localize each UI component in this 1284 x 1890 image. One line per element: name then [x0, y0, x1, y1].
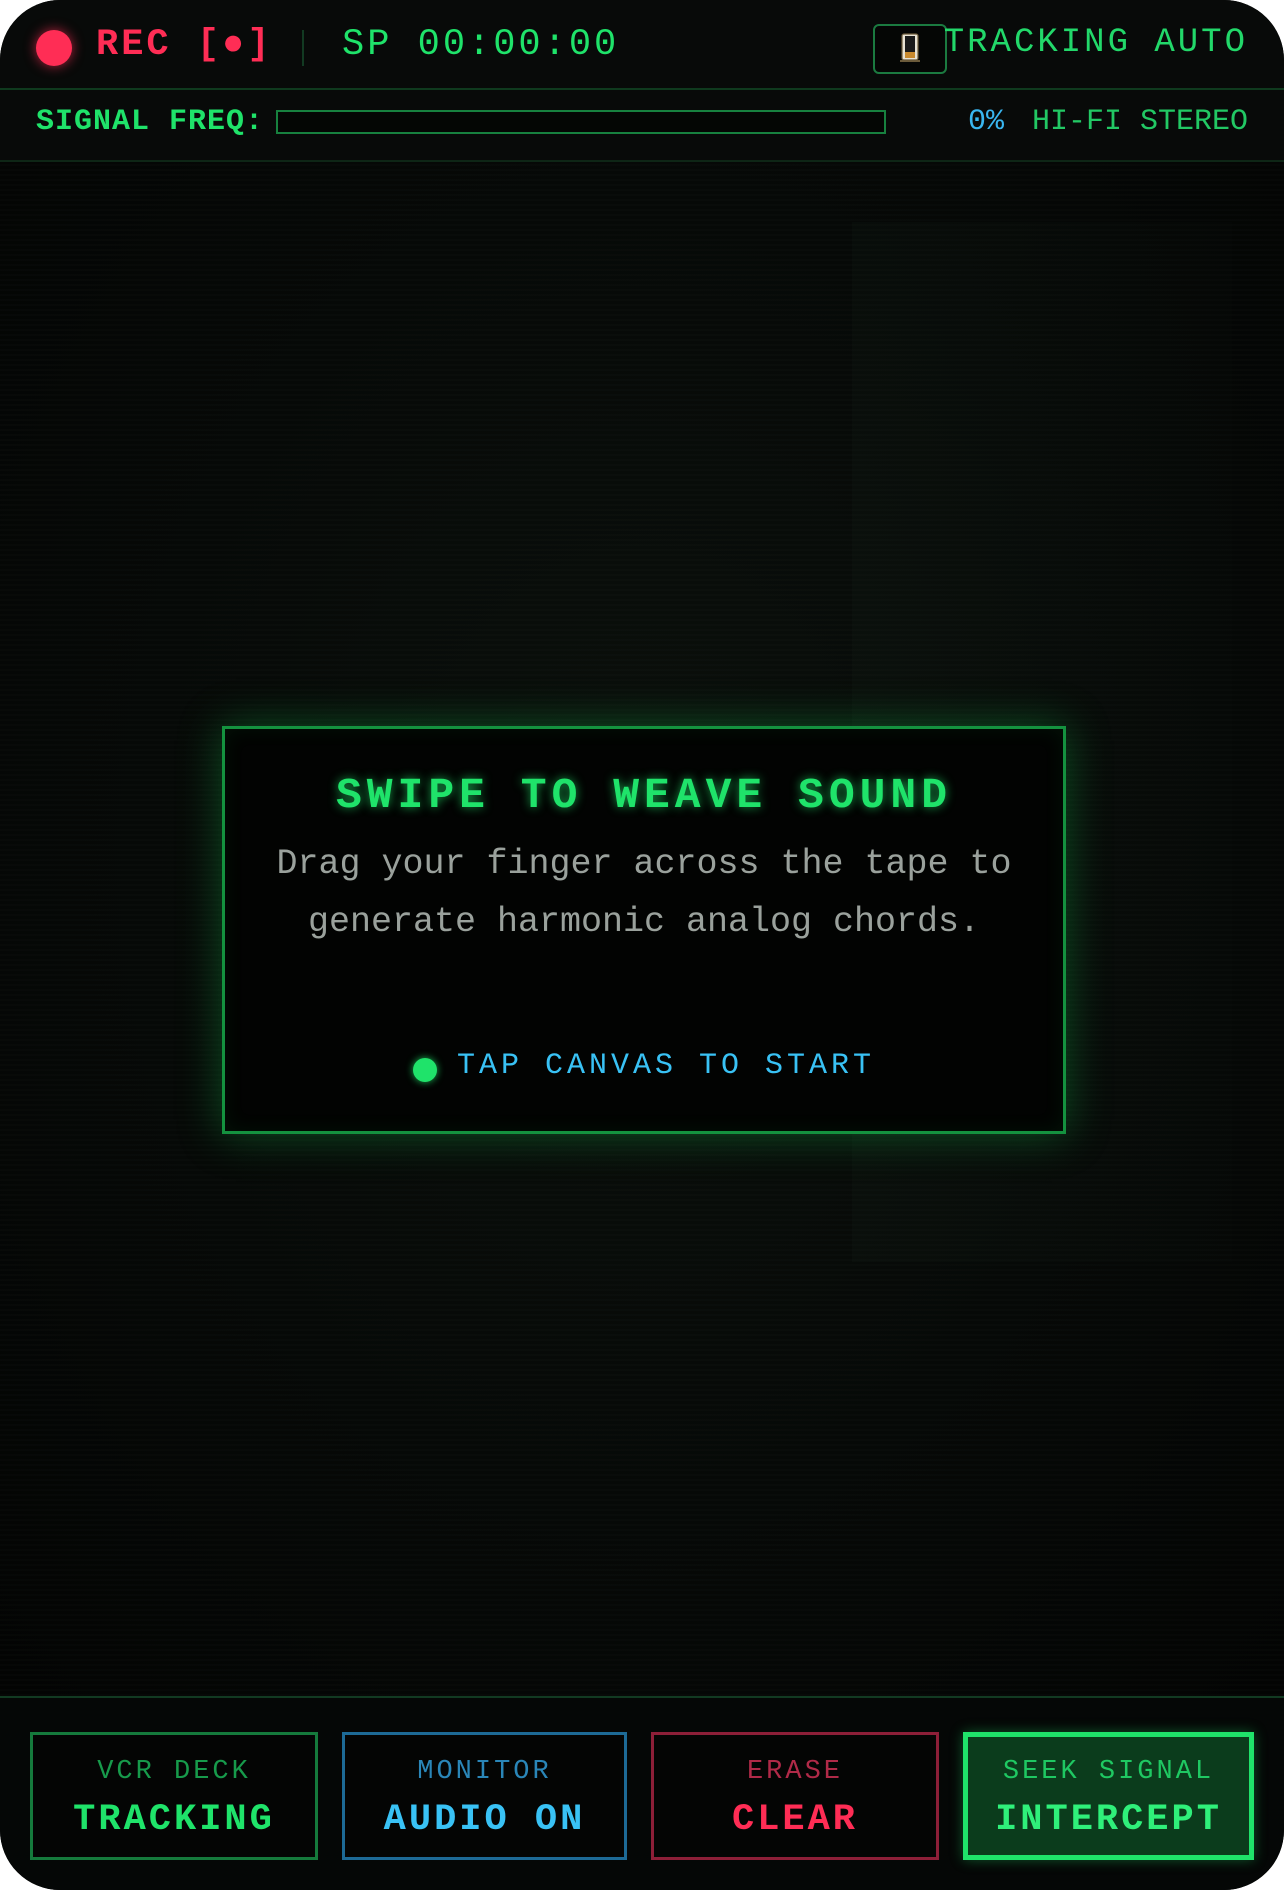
- start-prompt-label: TAP CANVAS TO START: [456, 1049, 876, 1083]
- app-frame: REC [●] SP 00:00:00 TRACKING AUTO SIGNAL…: [0, 0, 1284, 1890]
- tracking-button-caption: VCR DECK: [97, 1757, 251, 1787]
- audio-mode: HI-FI STEREO: [1031, 105, 1248, 139]
- rec-label: REC [●]: [96, 24, 273, 66]
- signal-bar: SIGNAL FREQ: 0% HI-FI STEREO: [0, 90, 1284, 162]
- dialog-body: Drag your finger across the tape to gene…: [276, 844, 1012, 942]
- status-divider: [302, 30, 304, 66]
- timecode: SP 00:00:00: [342, 24, 620, 66]
- clear-button-label: CLEAR: [731, 1799, 859, 1841]
- control-bar: VCR DECK TRACKING MONITOR AUDIO ON ERASE…: [0, 1696, 1284, 1890]
- record-indicator-icon: [36, 30, 72, 66]
- pulse-dot-icon: [412, 1058, 437, 1082]
- clear-button[interactable]: ERASE CLEAR: [651, 1732, 939, 1860]
- signal-freq-meter: [276, 110, 886, 134]
- audio-button[interactable]: MONITOR AUDIO ON: [342, 1732, 627, 1860]
- clear-button-caption: ERASE: [746, 1757, 843, 1787]
- intercept-button-label: INTERCEPT: [995, 1799, 1222, 1841]
- tracking-button[interactable]: VCR DECK TRACKING: [30, 1732, 318, 1860]
- intro-dialog: SWIPE TO WEAVE SOUND Drag your finger ac…: [222, 726, 1066, 1134]
- status-bar: REC [●] SP 00:00:00 TRACKING AUTO: [0, 0, 1284, 90]
- tracking-status: TRACKING AUTO: [943, 24, 1248, 62]
- audio-button-label: AUDIO ON: [383, 1799, 586, 1841]
- start-prompt[interactable]: TAP CANVAS TO START: [225, 1049, 1063, 1083]
- signal-percent: 0%: [968, 105, 1005, 139]
- cassette-button[interactable]: [873, 24, 947, 74]
- audio-button-caption: MONITOR: [417, 1757, 552, 1787]
- dialog-title: SWIPE TO WEAVE SOUND: [335, 771, 953, 820]
- cassette-icon: [900, 33, 920, 62]
- tracking-button-label: TRACKING: [73, 1799, 275, 1841]
- intercept-button[interactable]: SEEK SIGNAL INTERCEPT: [963, 1732, 1254, 1860]
- signal-freq-label: SIGNAL FREQ:: [36, 105, 265, 139]
- intercept-button-caption: SEEK SIGNAL: [1002, 1757, 1215, 1787]
